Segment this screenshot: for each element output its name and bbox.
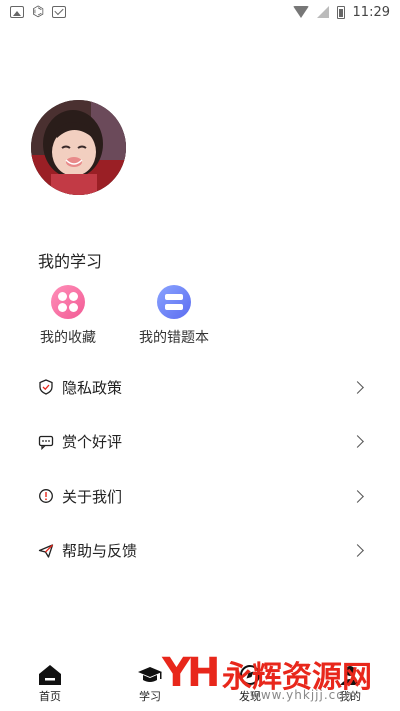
mistake-book-icon	[157, 285, 191, 319]
nav-label-study: 学习	[139, 689, 161, 703]
favorites-link[interactable]: 我的收藏	[36, 285, 100, 347]
nav-label-discover: 发现	[239, 689, 261, 703]
menu-item-about[interactable]: 关于我们	[0, 469, 400, 524]
bottom-nav: 首页 学习 发现 我的	[0, 656, 400, 711]
clock-time: 11:29	[352, 4, 390, 20]
chevron-right-icon	[351, 435, 364, 449]
nav-item-profile[interactable]: 我的	[300, 656, 400, 711]
nav-label-home: 首页	[39, 689, 61, 703]
section-title-study: 我的学习	[38, 252, 103, 271]
avatar[interactable]	[31, 100, 126, 195]
menu-label-rate: 赏个好评	[62, 433, 123, 452]
photo-icon	[10, 6, 24, 18]
home-icon	[37, 664, 63, 686]
study-quick-links: 我的收藏 我的错题本	[36, 285, 214, 347]
menu-item-help[interactable]: 帮助与反馈	[0, 524, 400, 579]
shield-icon	[38, 379, 54, 395]
favorites-icon	[51, 285, 85, 319]
menu-item-rate[interactable]: 赏个好评	[0, 415, 400, 470]
discover-icon	[237, 664, 263, 686]
profile-icon	[337, 664, 363, 686]
bug-icon: ⌬	[32, 4, 45, 20]
favorites-label: 我的收藏	[40, 330, 96, 346]
signal-icon	[316, 6, 329, 18]
settings-menu: 隐私政策 赏个好评 关于我们 帮助与反馈	[0, 360, 400, 578]
menu-item-privacy[interactable]: 隐私政策	[0, 360, 400, 415]
nav-item-home[interactable]: 首页	[0, 656, 100, 711]
menu-label-privacy: 隐私政策	[62, 378, 123, 397]
chevron-right-icon	[351, 380, 364, 394]
status-right: 11:29	[292, 4, 390, 20]
chevron-right-icon	[351, 544, 364, 558]
mistake-book-label: 我的错题本	[139, 330, 209, 346]
menu-label-about: 关于我们	[62, 487, 123, 506]
avatar-image	[31, 100, 126, 195]
menu-label-help: 帮助与反馈	[62, 542, 138, 561]
status-left: ⌬	[10, 4, 67, 20]
chevron-right-icon	[351, 489, 364, 503]
status-bar: ⌬ 11:29	[0, 0, 400, 24]
wifi-icon	[292, 6, 309, 18]
battery-icon	[336, 5, 345, 19]
send-icon	[38, 543, 54, 559]
mail-icon	[52, 6, 67, 18]
mistake-book-link[interactable]: 我的错题本	[134, 285, 214, 347]
nav-label-profile: 我的	[339, 689, 361, 703]
graduation-cap-icon	[137, 664, 163, 686]
nav-item-study[interactable]: 学习	[100, 656, 200, 711]
nav-item-discover[interactable]: 发现	[200, 656, 300, 711]
info-icon	[38, 488, 54, 504]
comment-icon	[38, 434, 54, 450]
